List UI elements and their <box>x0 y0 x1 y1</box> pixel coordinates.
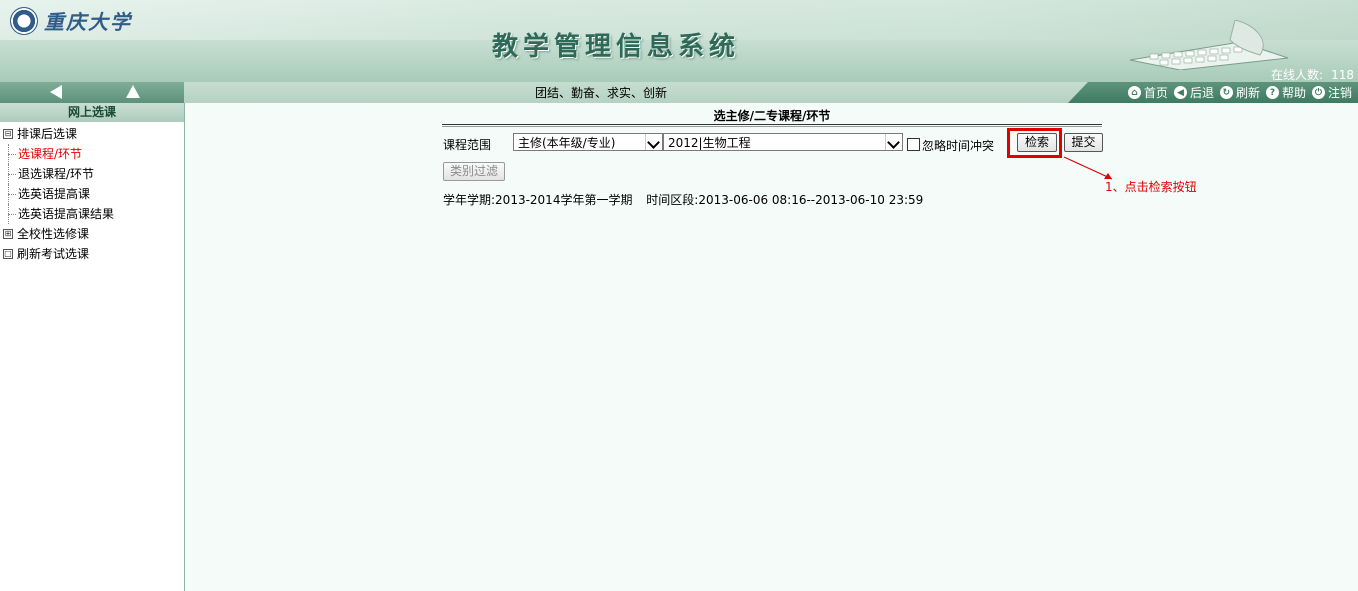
sidebar: 网上选课 ⊟ 排课后选课 选课程/环节 退选课程/环节 选英语提高课 选英语提高课… <box>0 103 185 591</box>
ignore-conflict-label: 忽略时间冲突 <box>922 139 995 153</box>
term-info: 学年学期:2013-2014学年第一学期 时间区段:2013-06-06 08:… <box>443 191 923 208</box>
sidebar-item-label: 选课程/环节 <box>18 147 83 161</box>
online-count: 118 <box>1331 68 1354 82</box>
sidebar-group-label: 刷新考试选课 <box>17 247 90 261</box>
nav-refresh-link[interactable]: ↻ 刷新 <box>1219 84 1260 101</box>
sidebar-item-english-course[interactable]: 选英语提高课 <box>0 184 184 204</box>
sidebar-item-label: 退选课程/环节 <box>18 167 95 181</box>
period-value: 2013-06-06 08:16--2013-06-10 23:59 <box>698 193 924 207</box>
nav-bar: 团结、勤奋、求实、创新 ⌂ 首页 ◀ 后退 ↻ 刷新 ? 帮助 ⏻ 注销 <box>0 82 1358 103</box>
highlight-box <box>1007 128 1062 158</box>
chevron-down-icon <box>885 134 902 150</box>
nav-home-label: 首页 <box>1143 86 1168 100</box>
term-label: 学年学期: <box>443 193 496 207</box>
sidebar-title: 网上选课 <box>0 103 184 122</box>
university-logo: 重庆大学 <box>10 6 132 35</box>
sidebar-item-english-result[interactable]: 选英语提高课结果 <box>0 204 184 224</box>
online-label: 在线人数: <box>1271 68 1324 82</box>
major-select[interactable]: 2012|生物工程 <box>663 133 903 151</box>
leaf-icon[interactable]: □ <box>3 249 13 259</box>
sidebar-group-refresh-exam[interactable]: □ 刷新考试选课 <box>0 244 184 264</box>
period-label: 时间区段: <box>646 193 699 207</box>
sidebar-toggle-bar <box>0 82 184 103</box>
sidebar-item-drop-course[interactable]: 退选课程/环节 <box>0 164 184 184</box>
nav-back-label: 后退 <box>1189 86 1214 100</box>
title-divider <box>442 124 1102 127</box>
sidebar-item-label: 选英语提高课 <box>18 187 91 201</box>
term-value: 2013-2014学年第一学期 <box>495 193 633 207</box>
keyboard-hand-icon <box>1129 20 1289 70</box>
logout-icon: ⏻ <box>1311 86 1325 99</box>
home-icon: ⌂ <box>1127 86 1141 99</box>
top-links: ⌂ 首页 ◀ 后退 ↻ 刷新 ? 帮助 ⏻ 注销 <box>1068 82 1358 103</box>
sidebar-group-electives[interactable]: ⊞ 全校性选修课 <box>0 224 184 244</box>
collapse-left-icon[interactable] <box>50 85 62 99</box>
scope-select-value: 主修(本年级/专业) <box>518 136 616 150</box>
refresh-icon: ↻ <box>1219 86 1233 99</box>
nav-help-label: 帮助 <box>1281 86 1306 100</box>
nav-refresh-label: 刷新 <box>1235 86 1260 100</box>
back-icon: ◀ <box>1173 86 1187 99</box>
nav-back-link[interactable]: ◀ 后退 <box>1173 84 1214 101</box>
system-title: 教学管理信息系统 <box>492 32 741 62</box>
header-banner: 重庆大学 教学管理信息系统 在线人数: 118 <box>0 0 1358 82</box>
university-seal-icon <box>10 6 38 35</box>
collapse-icon[interactable]: ⊟ <box>3 129 13 139</box>
submit-button[interactable]: 提交 <box>1064 133 1103 152</box>
online-counter: 在线人数: 118 <box>1263 66 1354 82</box>
sidebar-tree: ⊟ 排课后选课 选课程/环节 退选课程/环节 选英语提高课 选英语提高课结果 ⊞ 全… <box>0 122 184 264</box>
major-select-value: 2012|生物工程 <box>668 136 751 150</box>
nav-logout-label: 注销 <box>1327 86 1352 100</box>
sidebar-group-scheduled[interactable]: ⊟ 排课后选课 <box>0 124 184 144</box>
nav-help-link[interactable]: ? 帮助 <box>1265 84 1306 101</box>
expand-icon[interactable]: ⊞ <box>3 229 13 239</box>
university-name: 重庆大学 <box>44 10 132 34</box>
nav-logout-link[interactable]: ⏻ 注销 <box>1311 84 1352 101</box>
help-icon: ? <box>1265 86 1279 99</box>
slogan: 团结、勤奋、求实、创新 <box>535 86 668 100</box>
annotation-text: 1、点击检索按钮 <box>1105 180 1197 194</box>
chevron-down-icon <box>645 134 662 150</box>
sidebar-item-label: 选英语提高课结果 <box>18 207 115 221</box>
collapse-up-icon[interactable] <box>126 85 140 98</box>
ignore-conflict-checkbox[interactable] <box>907 138 920 151</box>
page-title: 选主修/二专课程/环节 <box>713 109 831 123</box>
sidebar-group-label: 排课后选课 <box>17 127 78 141</box>
nav-home-link[interactable]: ⌂ 首页 <box>1127 84 1168 101</box>
sidebar-item-select-course[interactable]: 选课程/环节 <box>0 144 184 164</box>
course-range-label: 课程范围 <box>443 138 492 152</box>
scope-select[interactable]: 主修(本年级/专业) <box>513 133 663 151</box>
category-filter-button[interactable]: 类别过滤 <box>443 162 505 181</box>
sidebar-group-label: 全校性选修课 <box>17 227 90 241</box>
